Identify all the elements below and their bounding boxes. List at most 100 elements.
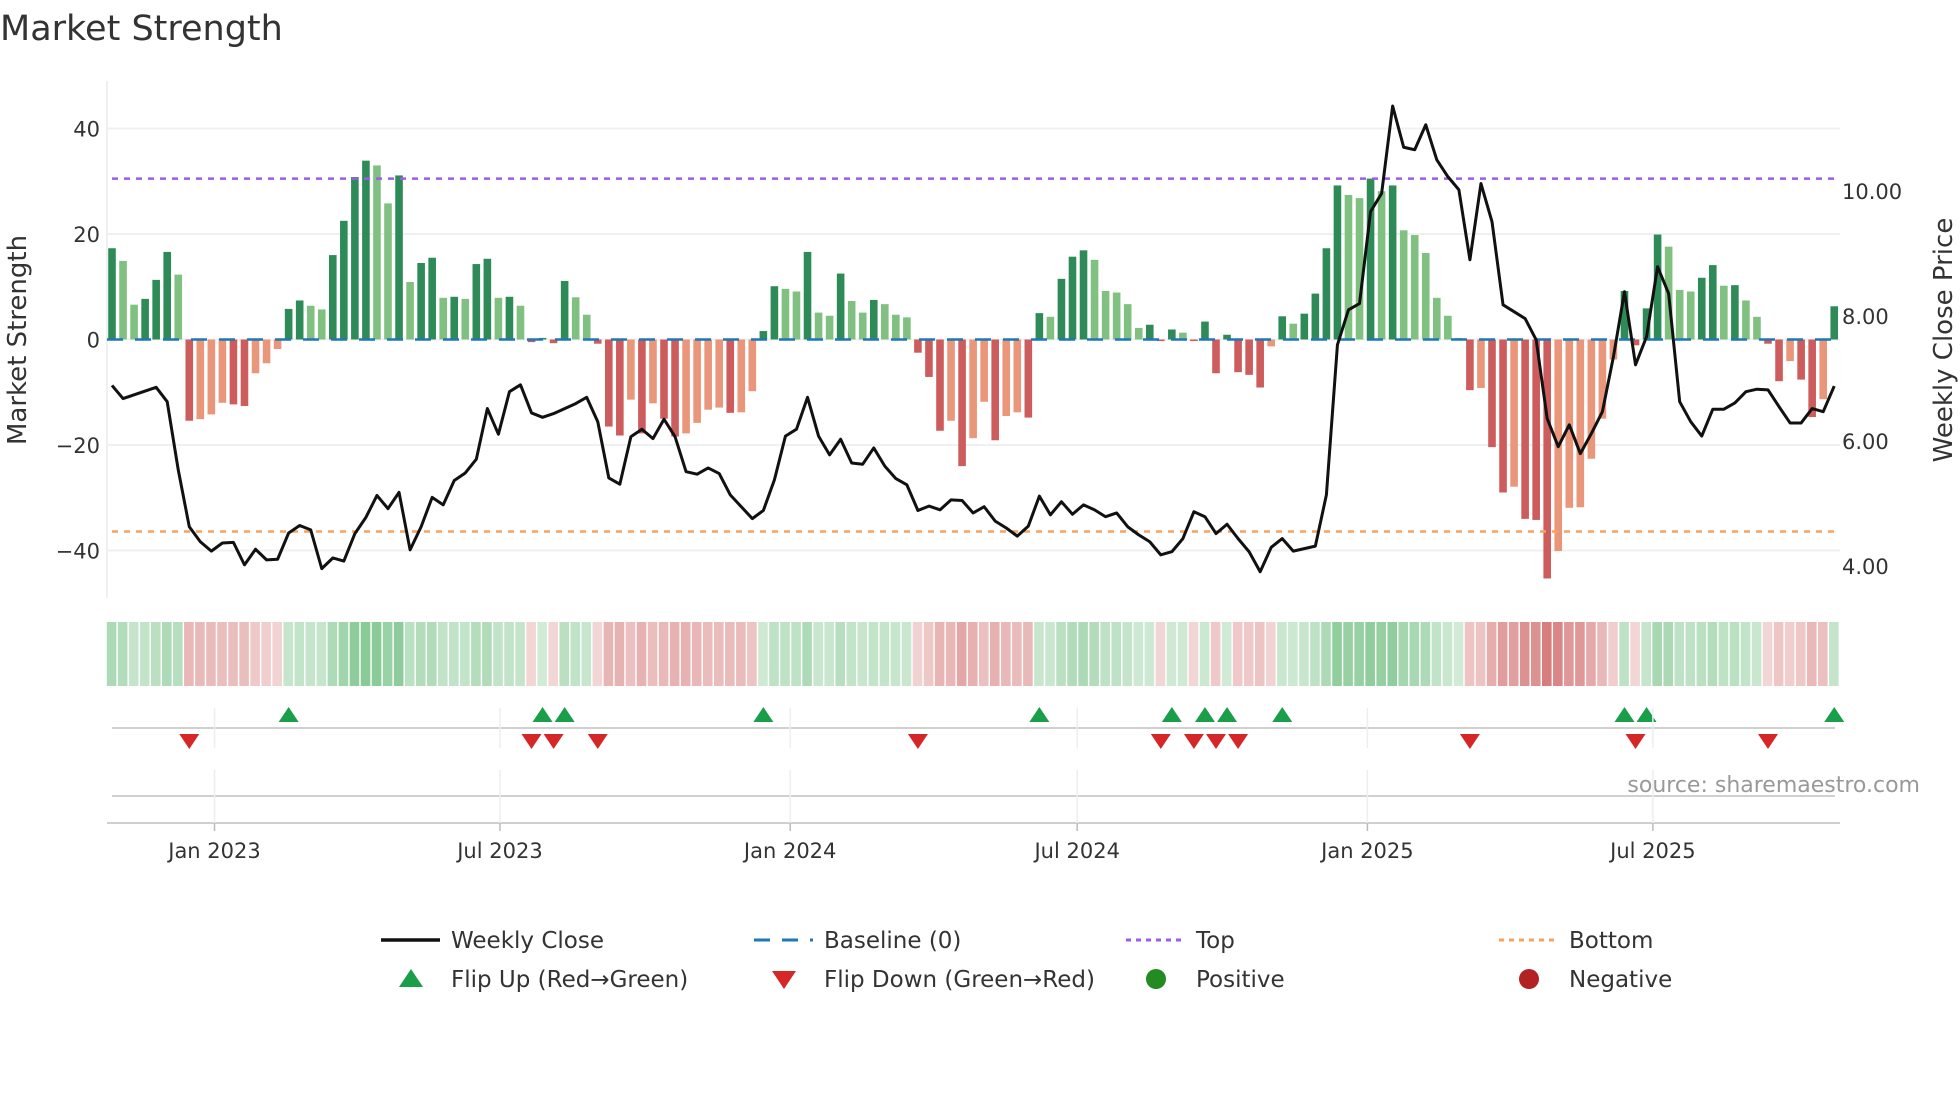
circle-icon xyxy=(1519,969,1539,989)
heatmap-cell xyxy=(1100,622,1110,686)
heatmap-cell xyxy=(1034,622,1044,686)
heatmap-cell xyxy=(1475,622,1486,686)
positive-bar xyxy=(881,304,889,340)
positive-bar xyxy=(329,255,337,340)
y2-tick-label: 6.00 xyxy=(1842,430,1889,454)
legend-bottom-label: Bottom xyxy=(1569,928,1653,954)
y-tick-label: 40 xyxy=(73,117,100,141)
heatmap-cell xyxy=(162,622,172,686)
positive-bar xyxy=(1421,252,1430,340)
heatmap-cell xyxy=(1674,622,1685,686)
positive-bar xyxy=(130,304,138,340)
positive-bar xyxy=(903,317,911,340)
flip-up-icon xyxy=(399,969,423,987)
flip-down-marker xyxy=(1459,734,1480,749)
flip-up-marker xyxy=(278,707,299,722)
heatmap-cell xyxy=(802,622,812,686)
negative-bar xyxy=(1013,339,1022,413)
heatmap-cell xyxy=(294,622,305,686)
x-tick-label: Jul 2024 xyxy=(1032,839,1119,863)
heatmap-cell xyxy=(1387,622,1398,686)
positive-bar xyxy=(825,315,834,340)
heatmap-cell xyxy=(327,622,338,686)
legend-weekly-close-label: Weekly Close xyxy=(451,928,604,954)
negative-bar xyxy=(1775,339,1783,382)
negative-bar xyxy=(229,339,238,405)
circle-icon xyxy=(1146,969,1166,989)
heatmap-cell xyxy=(195,622,205,686)
positive-bar xyxy=(351,177,359,340)
positive-bar xyxy=(141,298,149,340)
heatmap-cell xyxy=(1409,622,1420,686)
negative-bar xyxy=(196,339,205,420)
positive-bar xyxy=(295,300,304,340)
heatmap-cell xyxy=(592,622,603,686)
heatmap-cell xyxy=(1001,622,1011,686)
x-tick-label: Jul 2025 xyxy=(1608,839,1695,863)
heatmap-cell xyxy=(990,622,1000,686)
heatmap-cell xyxy=(1641,622,1651,686)
heatmap-cell xyxy=(1056,622,1066,686)
heatmap-cell xyxy=(1564,622,1574,686)
heatmap-cell xyxy=(438,622,448,686)
negative-bar xyxy=(185,339,194,421)
heatmap-cell xyxy=(1343,622,1353,686)
flip-down-icon xyxy=(772,971,796,989)
positive-bar xyxy=(1079,250,1088,340)
heatmap-cell xyxy=(747,622,757,686)
negative-bar xyxy=(1190,339,1198,342)
x-axis: Jan 2023 Jul 2023 Jan 2024 Jul 2024 Jan 2025… xyxy=(107,708,1840,863)
heatmap-cell xyxy=(835,622,846,686)
heatmap-cell xyxy=(1155,622,1166,686)
negative-bar xyxy=(1499,339,1507,493)
positive-bar xyxy=(781,288,790,340)
heatmap-cell xyxy=(658,622,669,686)
positive-bar xyxy=(814,312,823,340)
flip-up-marker xyxy=(1217,707,1238,722)
flip-up-marker xyxy=(1161,707,1182,722)
heatmap-cell xyxy=(1486,622,1497,686)
heatmap-cell xyxy=(824,622,834,686)
negative-bar xyxy=(251,339,260,374)
positive-bar xyxy=(1675,289,1684,340)
x-tick-label: Jan 2025 xyxy=(1319,839,1414,863)
heatmap-cell xyxy=(758,622,768,686)
heatmap-cell xyxy=(1586,622,1596,686)
flip-down-marker xyxy=(179,734,200,749)
heatmap-cell xyxy=(382,622,393,686)
heatmap-cell xyxy=(581,622,592,686)
negative-bar xyxy=(1521,339,1529,519)
negative-bar xyxy=(1576,339,1585,508)
heatmap-cell xyxy=(1232,622,1243,686)
negative-bar xyxy=(616,339,624,436)
heatmap-cell xyxy=(669,622,680,686)
positive-bar xyxy=(892,314,900,340)
negative-bar xyxy=(682,339,690,434)
heatmap-cell xyxy=(305,622,316,686)
positive-bar xyxy=(571,297,580,340)
legend-flip-up-red-green-label: Flip Up (Red→Green) xyxy=(451,967,688,993)
heatmap-cell xyxy=(923,622,934,686)
negative-bar xyxy=(1510,339,1518,487)
heatmap-cell xyxy=(1067,622,1077,686)
positive-bar xyxy=(858,312,867,340)
positive-bar xyxy=(152,279,160,340)
negative-bar xyxy=(660,339,668,419)
heatmap-cell xyxy=(1795,622,1806,686)
y-tick-label: −40 xyxy=(56,540,100,564)
positive-bar xyxy=(1355,198,1364,340)
flip-down-marker xyxy=(1183,734,1204,749)
negative-bar xyxy=(726,339,735,413)
negative-bar xyxy=(737,339,746,413)
flip-up-marker xyxy=(753,707,774,722)
positive-bar xyxy=(373,165,381,340)
x-tick-label: Jan 2024 xyxy=(742,839,837,863)
heatmap-cell xyxy=(1497,622,1508,686)
heatmap-cell xyxy=(1023,622,1033,686)
legend-top-label: Top xyxy=(1195,928,1235,954)
negative-bar xyxy=(693,339,701,423)
heatmap-cell xyxy=(1718,622,1729,686)
heatmap-cell xyxy=(1784,622,1795,686)
legend: Weekly Close Baseline (0) Top Bottom Flip Up… xyxy=(381,928,1672,993)
x-tick-label: Jan 2023 xyxy=(166,839,261,863)
